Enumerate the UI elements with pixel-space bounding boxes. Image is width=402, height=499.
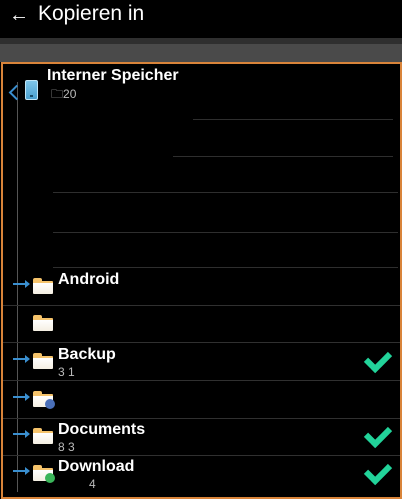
folder-icon xyxy=(33,391,55,409)
sync-badge-icon xyxy=(45,399,55,409)
app-bar: ← Kopieren in xyxy=(0,0,402,38)
tree-arrow-icon xyxy=(13,467,30,475)
ghost-line xyxy=(193,119,393,120)
folder-name: Documents xyxy=(58,421,146,438)
breadcrumb-shadow xyxy=(0,38,402,44)
root-folder-count-value: 20 xyxy=(63,87,77,101)
phone-storage-icon xyxy=(25,80,38,100)
folder-name: Android xyxy=(58,271,120,288)
tree-arrow-icon xyxy=(13,355,30,363)
folder-icon xyxy=(33,353,53,369)
folder-row[interactable] xyxy=(3,306,400,343)
ghost-line xyxy=(53,232,398,233)
ghost-line xyxy=(173,156,393,157)
folder-row[interactable]: Backup 3 1 xyxy=(3,344,400,381)
folder-icon xyxy=(33,278,53,294)
checkmark-icon xyxy=(363,344,393,374)
expand-chevron-icon[interactable] xyxy=(8,84,25,101)
folder-tree-panel: Interner Speicher 🗀20 Android Backup 3 1… xyxy=(1,62,402,499)
download-badge-icon xyxy=(45,473,55,483)
tree-arrow-icon xyxy=(13,393,30,401)
checkmark-icon xyxy=(363,419,393,449)
folder-name: Download xyxy=(58,458,135,475)
back-arrow-icon[interactable]: ← xyxy=(9,2,31,28)
folder-meta: 3 1 xyxy=(58,365,75,379)
page-title: Kopieren in xyxy=(38,2,145,25)
folder-name: Backup xyxy=(58,346,116,363)
ghost-line xyxy=(53,192,398,193)
tree-arrow-icon xyxy=(13,280,30,288)
folder-meta: 4 xyxy=(89,477,96,491)
breadcrumb-bar xyxy=(0,38,402,62)
folder-meta: 8 3 xyxy=(58,440,75,454)
root-folder-count: 🗀20 xyxy=(51,87,77,101)
ghost-line xyxy=(53,267,398,268)
folder-row[interactable]: Documents 8 3 xyxy=(3,419,400,456)
root-storage-name: Interner Speicher xyxy=(47,67,179,84)
folder-icon xyxy=(33,428,53,444)
folder-row[interactable] xyxy=(3,382,400,419)
checkmark-icon xyxy=(363,456,393,486)
folder-row[interactable]: Android xyxy=(3,269,400,306)
root-storage-item[interactable]: Interner Speicher 🗀20 xyxy=(3,64,400,104)
folder-icon xyxy=(33,465,55,483)
folder-icon xyxy=(33,315,53,331)
tree-arrow-icon xyxy=(13,430,30,438)
folder-row[interactable]: Download 4 xyxy=(3,456,400,492)
